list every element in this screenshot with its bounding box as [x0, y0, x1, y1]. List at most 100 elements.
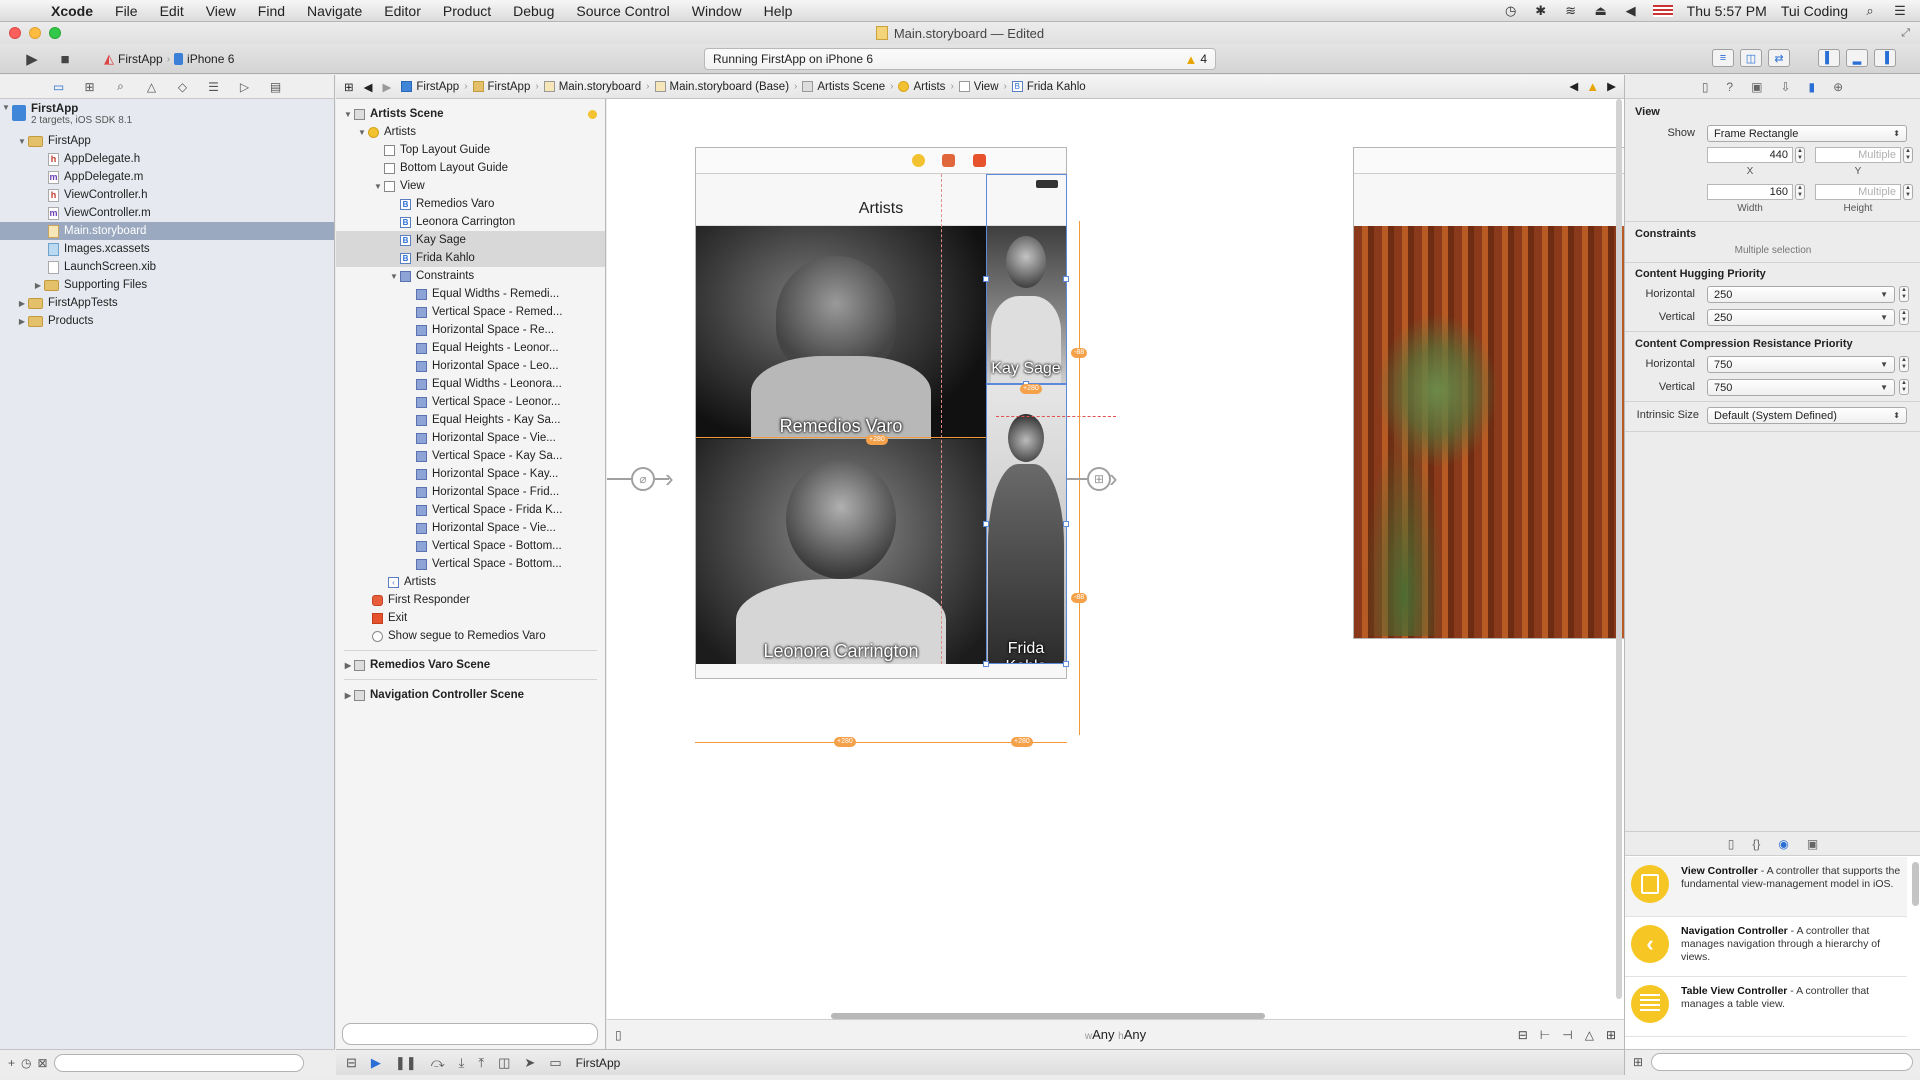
resize-handle[interactable]	[1063, 276, 1069, 282]
resizing-behavior-icon[interactable]: ⊞	[1606, 1028, 1616, 1042]
scene-row[interactable]: ▶ Remedios Varo Scene	[336, 656, 605, 674]
breadcrumb-item[interactable]: FirstApp	[396, 81, 464, 93]
disclosure-closed-icon[interactable]: ▶	[16, 317, 28, 326]
identity-inspector-icon[interactable]: ▣	[1751, 80, 1762, 94]
run-button[interactable]: ▶	[22, 50, 42, 68]
frame-x-field[interactable]: 440	[1707, 147, 1793, 163]
flag-icon[interactable]	[1652, 4, 1673, 17]
library-item-table-view-controller[interactable]: Table View Controller - A controller tha…	[1625, 977, 1907, 1037]
view-controller-icon[interactable]	[912, 154, 925, 167]
breakpoint-navigator-icon[interactable]: ▷	[237, 80, 253, 94]
activity-viewer[interactable]: Running FirstApp on iPhone 6 ▲ 4	[704, 48, 1216, 70]
minimize-window-button[interactable]	[29, 27, 41, 39]
navigator-item[interactable]: h AppDelegate.h	[0, 150, 334, 168]
breadcrumb-item[interactable]: Artists Scene	[797, 81, 890, 93]
constraint-item[interactable]: Horizontal Space - Re...	[336, 321, 605, 339]
library-scrollbar[interactable]	[1912, 862, 1919, 906]
code-snippet-library-icon[interactable]: {}	[1752, 837, 1760, 851]
navigator-item[interactable]: LaunchScreen.xib	[0, 258, 334, 276]
menu-app-xcode[interactable]: Xcode	[40, 3, 104, 19]
constraint-item[interactable]: Horizontal Space - Kay...	[336, 465, 605, 483]
breadcrumb-item[interactable]: View	[954, 81, 1004, 93]
project-root-row[interactable]: ▼ FirstApp 2 targets, iOS SDK 8.1	[0, 103, 334, 131]
recent-files-icon[interactable]: ◷	[21, 1056, 31, 1070]
frame-y-stepper[interactable]: ▲ ▼	[1903, 147, 1913, 163]
step-into-icon[interactable]: ⤓	[459, 1055, 465, 1071]
breadcrumb-item[interactable]: Artists	[893, 81, 950, 93]
disclosure-open-icon[interactable]: ▼	[16, 137, 28, 146]
scene-row[interactable]: ▼ Artists Scene	[336, 105, 605, 123]
navigator-item[interactable]: h ViewController.h	[0, 186, 334, 204]
add-icon[interactable]: +	[8, 1056, 15, 1070]
navigator-item[interactable]: Images.xcassets	[0, 240, 334, 258]
library-item-view-controller[interactable]: View Controller - A controller that supp…	[1625, 857, 1907, 917]
scene-row[interactable]: ▶ Navigation Controller Scene	[336, 686, 605, 704]
constraint-item[interactable]: Horizontal Space - Leo...	[336, 357, 605, 375]
hugging-vertical-stepper[interactable]: ▲ ▼	[1899, 309, 1909, 325]
menu-product[interactable]: Product	[432, 3, 502, 19]
menu-view[interactable]: View	[195, 3, 247, 19]
grid-view-icon[interactable]: ⊞	[1633, 1055, 1643, 1069]
segue-icon[interactable]: ⌀	[631, 467, 655, 491]
breadcrumb-item[interactable]: FirstApp	[468, 81, 536, 93]
constraint-item[interactable]: Horizontal Space - Vie...	[336, 429, 605, 447]
frame-width-field[interactable]: 160	[1707, 184, 1793, 200]
version-editor-button[interactable]: ⇄	[1768, 49, 1790, 67]
leonora-carrington-photo[interactable]: Leonora Carrington	[696, 439, 986, 664]
exit-icon[interactable]	[973, 154, 986, 167]
navigator-item[interactable]: m AppDelegate.m	[0, 168, 334, 186]
notification-center-icon[interactable]: ☰	[1892, 3, 1908, 18]
eject-icon[interactable]: ⏏	[1593, 3, 1609, 18]
vertical-scrollbar[interactable]	[1616, 99, 1622, 999]
menu-navigate[interactable]: Navigate	[296, 3, 373, 19]
outline-item-selected[interactable]: B Frida Kahlo	[336, 249, 605, 267]
disclosure-closed-icon[interactable]: ▶	[342, 661, 354, 670]
breadcrumb-item[interactable]: B Frida Kahlo	[1007, 81, 1091, 93]
resize-handle[interactable]	[983, 521, 989, 527]
scheme-selector[interactable]: ◭ FirstApp › iPhone 6	[104, 51, 234, 67]
constraint-item[interactable]: Equal Widths - Remedi...	[336, 285, 605, 303]
outline-item-selected[interactable]: B Kay Sage	[336, 231, 605, 249]
issue-navigator-icon[interactable]: △	[144, 80, 160, 94]
constraint-badge[interactable]: +280	[1020, 384, 1042, 394]
compression-horizontal-stepper[interactable]: ▲ ▼	[1899, 356, 1909, 372]
disclosure-open-icon[interactable]: ▼	[342, 110, 354, 119]
standard-editor-button[interactable]: ≡	[1712, 49, 1734, 67]
resize-handle[interactable]	[983, 276, 989, 282]
folder-icon[interactable]: ▭	[51, 80, 67, 94]
constraint-item[interactable]: Vertical Space - Bottom...	[336, 537, 605, 555]
menu-edit[interactable]: Edit	[149, 3, 195, 19]
frame-width-stepper[interactable]: ▲ ▼	[1795, 184, 1805, 200]
disclosure-open-icon[interactable]: ▼	[356, 128, 368, 137]
constraint-badge[interactable]: +280	[1011, 737, 1033, 747]
toggle-debug-area-button[interactable]: ▂	[1846, 49, 1868, 67]
compression-vertical-combo[interactable]: 750 ▼	[1707, 379, 1895, 396]
warning-indicator[interactable]: ▲ 4	[1184, 52, 1207, 67]
menu-editor[interactable]: Editor	[373, 3, 432, 19]
menubar-user[interactable]: Tui Coding	[1781, 3, 1848, 19]
outline-item[interactable]: ‹ Artists	[336, 573, 605, 591]
forward-button[interactable]: ▶	[378, 80, 397, 94]
quick-help-icon[interactable]: ?	[1726, 80, 1733, 94]
stack-icon[interactable]: ⊟	[1518, 1028, 1528, 1042]
library-filter-input[interactable]	[1651, 1053, 1913, 1071]
align-icon[interactable]: ⊢	[1540, 1028, 1550, 1042]
outline-item[interactable]: ▼ View	[336, 177, 605, 195]
view-hierarchy-icon[interactable]: ◫	[498, 1055, 510, 1071]
pin-icon[interactable]: ⊣	[1562, 1028, 1572, 1042]
size-class-control[interactable]: wAny hAny	[1085, 1027, 1146, 1042]
first-responder-icon[interactable]	[942, 154, 955, 167]
fullscreen-icon[interactable]: ⤢	[1901, 27, 1910, 40]
remedios-varo-photo[interactable]: Remedios Varo	[696, 226, 986, 439]
remedios-varo-scene[interactable]	[1353, 147, 1624, 639]
constraint-item[interactable]: Vertical Space - Bottom...	[336, 555, 605, 573]
resize-handle[interactable]	[1063, 661, 1069, 667]
debug-navigator-icon[interactable]: ☰	[206, 80, 222, 94]
close-window-button[interactable]	[9, 27, 21, 39]
outline-item[interactable]: Show segue to Remedios Varo	[336, 627, 605, 645]
resolve-auto-layout-icon[interactable]: △	[1585, 1028, 1594, 1042]
menu-source-control[interactable]: Source Control	[565, 3, 680, 19]
navigator-item[interactable]: ▶ Supporting Files	[0, 276, 334, 294]
outline-item[interactable]: First Responder	[336, 591, 605, 609]
menu-file[interactable]: File	[104, 3, 149, 19]
